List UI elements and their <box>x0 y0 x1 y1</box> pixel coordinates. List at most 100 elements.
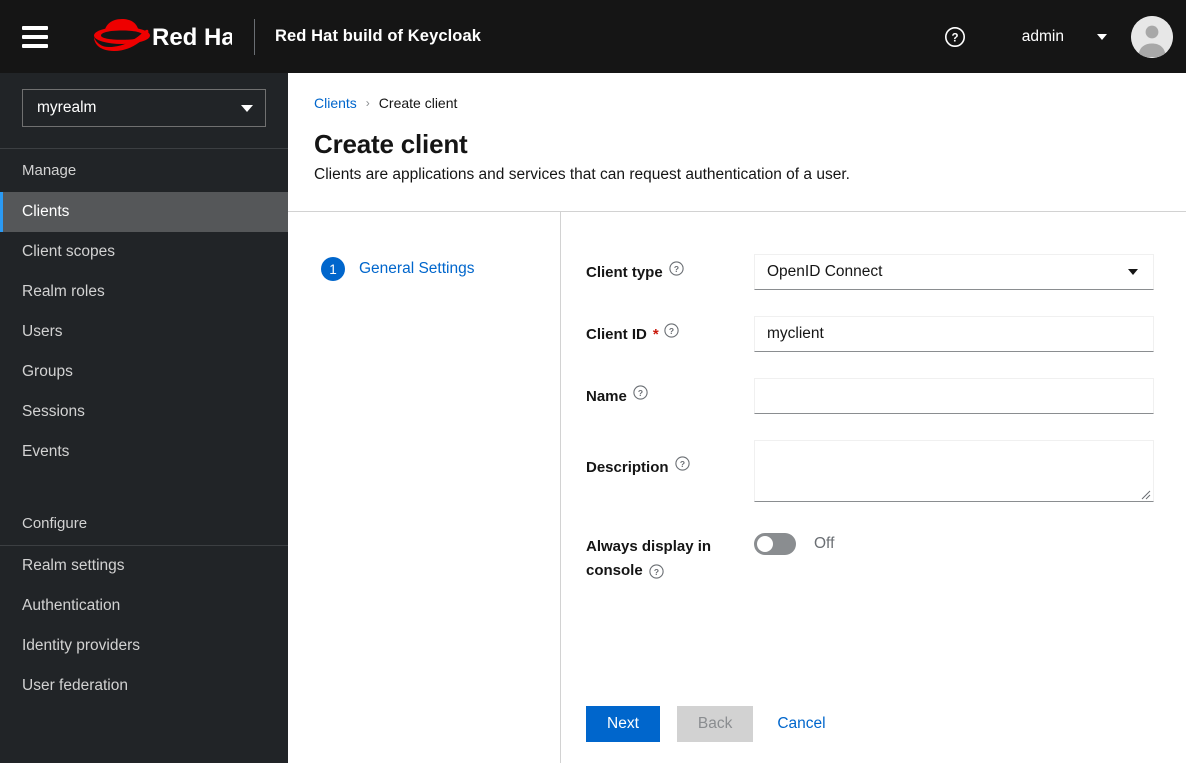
always-display-label-line1: Always display in <box>586 538 712 555</box>
masthead-right-toolbar: ? admin <box>940 0 1186 73</box>
breadcrumb: Clients › Create client <box>314 95 1186 111</box>
question-circle-icon[interactable]: ? <box>674 456 690 471</box>
sidebar-item-groups[interactable]: Groups <box>0 352 288 392</box>
caret-down-icon <box>1128 269 1138 275</box>
description-label: Description ? <box>586 440 754 480</box>
question-circle-icon[interactable]: ? <box>649 563 664 579</box>
wizard-actions: Next Back Cancel <box>586 706 826 742</box>
hamburger-bar <box>22 25 48 30</box>
question-circle-glyph: ? <box>669 261 684 276</box>
question-circle-icon[interactable]: ? <box>669 261 684 276</box>
client-id-label-text: Client ID <box>586 326 647 343</box>
hamburger-menu-icon[interactable] <box>16 18 54 56</box>
sidebar-item-identity-providers[interactable]: Identity providers <box>0 626 288 666</box>
general-settings-form: Client type ? OpenID Connect Client ID *… <box>561 212 1186 583</box>
sidebar-item-client-scopes[interactable]: Client scopes <box>0 232 288 272</box>
question-circle-glyph: ? <box>649 563 664 579</box>
breadcrumb-link-clients[interactable]: Clients <box>314 95 357 111</box>
name-field <box>754 378 1154 414</box>
svg-text:?: ? <box>674 264 679 274</box>
wizard-step-general-settings[interactable]: 1 General Settings <box>321 257 560 281</box>
realm-selector-value: myrealm <box>37 99 97 116</box>
sidebar-item-sessions[interactable]: Sessions <box>0 392 288 432</box>
user-avatar-icon <box>1131 15 1173 58</box>
sidebar-item-label: Clients <box>22 203 70 220</box>
user-menu[interactable]: admin <box>1022 28 1107 46</box>
wizard-step-number: 1 <box>321 257 345 281</box>
realm-selector[interactable]: myrealm <box>22 89 266 127</box>
client-type-label: Client type ? <box>586 254 754 285</box>
create-client-wizard: 1 General Settings Client type ? OpenID … <box>288 212 1186 763</box>
main-content: Clients › Create client Create client Cl… <box>288 73 1186 763</box>
client-type-label-text: Client type <box>586 264 663 281</box>
svg-text:?: ? <box>679 459 684 469</box>
cancel-button[interactable]: Cancel <box>777 715 825 733</box>
name-input[interactable] <box>754 378 1154 414</box>
client-type-select[interactable]: OpenID Connect <box>754 254 1154 290</box>
required-marker: * <box>652 326 659 343</box>
brand[interactable]: Red Hat Red Hat build of Keycloak <box>84 14 481 60</box>
description-label-text: Description <box>586 459 669 476</box>
masthead: Red Hat Red Hat build of Keycloak ? admi… <box>0 0 1186 73</box>
sidebar-item-label: Sessions <box>22 403 85 420</box>
client-type-selected-value: OpenID Connect <box>767 263 883 280</box>
question-circle-glyph: ? <box>664 323 679 338</box>
wizard-panel: Client type ? OpenID Connect Client ID *… <box>560 212 1186 763</box>
sidebar-item-user-federation[interactable]: User federation <box>0 666 288 706</box>
sidebar-item-realm-roles[interactable]: Realm roles <box>0 272 288 312</box>
sidebar-item-authentication[interactable]: Authentication <box>0 586 288 626</box>
red-hat-logo-icon: Red Hat <box>94 18 232 51</box>
svg-text:?: ? <box>638 388 643 398</box>
sidebar-item-label: Client scopes <box>22 243 116 260</box>
question-circle-icon[interactable]: ? <box>633 385 648 400</box>
question-circle-glyph: ? <box>674 456 690 471</box>
sidebar-item-label: Users <box>22 323 63 340</box>
wizard-step-nav: 1 General Settings <box>288 212 560 763</box>
form-row-name: Name ? <box>586 378 1186 414</box>
sidebar-item-label: Groups <box>22 363 73 380</box>
svg-text:Red Hat: Red Hat <box>152 24 232 51</box>
question-circle-icon[interactable]: ? <box>664 323 679 338</box>
hamburger-bar <box>22 43 48 48</box>
description-textarea[interactable] <box>754 440 1154 502</box>
help-icon[interactable]: ? <box>940 22 970 52</box>
product-title: Red Hat build of Keycloak <box>275 27 482 45</box>
nav-group-title-manage: Manage <box>22 162 77 179</box>
sidebar: myrealm Manage Clients Client scopes Rea… <box>0 73 288 763</box>
sidebar-item-label: Events <box>22 443 70 460</box>
user-name-label: admin <box>1021 27 1064 45</box>
sidebar-item-label: User federation <box>22 677 128 694</box>
sidebar-item-users[interactable]: Users <box>0 312 288 352</box>
always-display-label: Always display in console ? <box>586 528 754 583</box>
form-row-always-display: Always display in console ? Off <box>586 528 1186 583</box>
question-circle-glyph: ? <box>633 385 648 400</box>
client-id-label: Client ID * ? <box>586 316 754 347</box>
form-row-client-type: Client type ? OpenID Connect <box>586 254 1186 290</box>
name-label: Name ? <box>586 378 754 409</box>
next-button[interactable]: Next <box>586 706 660 742</box>
caret-down-icon <box>1097 33 1107 40</box>
resize-handle-icon[interactable] <box>1141 490 1151 500</box>
sidebar-item-events[interactable]: Events <box>0 432 288 472</box>
page-header: Clients › Create client Create client Cl… <box>288 73 1186 184</box>
page-subtitle: Clients are applications and services th… <box>314 166 850 183</box>
caret-down-icon <box>241 104 253 112</box>
client-id-input[interactable]: myclient <box>754 316 1154 352</box>
form-row-client-id: Client ID * ? myclient <box>586 316 1186 352</box>
client-type-field: OpenID Connect <box>754 254 1154 290</box>
sidebar-item-label: Authentication <box>22 597 121 614</box>
always-display-label-line2: console <box>586 562 643 579</box>
avatar[interactable] <box>1131 15 1173 58</box>
name-label-text: Name <box>586 388 627 405</box>
svg-text:?: ? <box>951 32 958 44</box>
breadcrumb-separator-icon: › <box>365 96 370 110</box>
sidebar-item-clients[interactable]: Clients <box>0 192 288 232</box>
always-display-field: Off <box>754 528 1154 555</box>
always-display-state-label: Off <box>814 535 835 552</box>
sidebar-item-realm-settings[interactable]: Realm settings <box>0 546 288 586</box>
sidebar-item-label: Identity providers <box>22 637 141 654</box>
always-display-toggle[interactable] <box>754 533 796 555</box>
client-id-value: myclient <box>767 325 824 342</box>
nav-group-manage: Manage Clients Client scopes Realm roles… <box>0 149 288 472</box>
